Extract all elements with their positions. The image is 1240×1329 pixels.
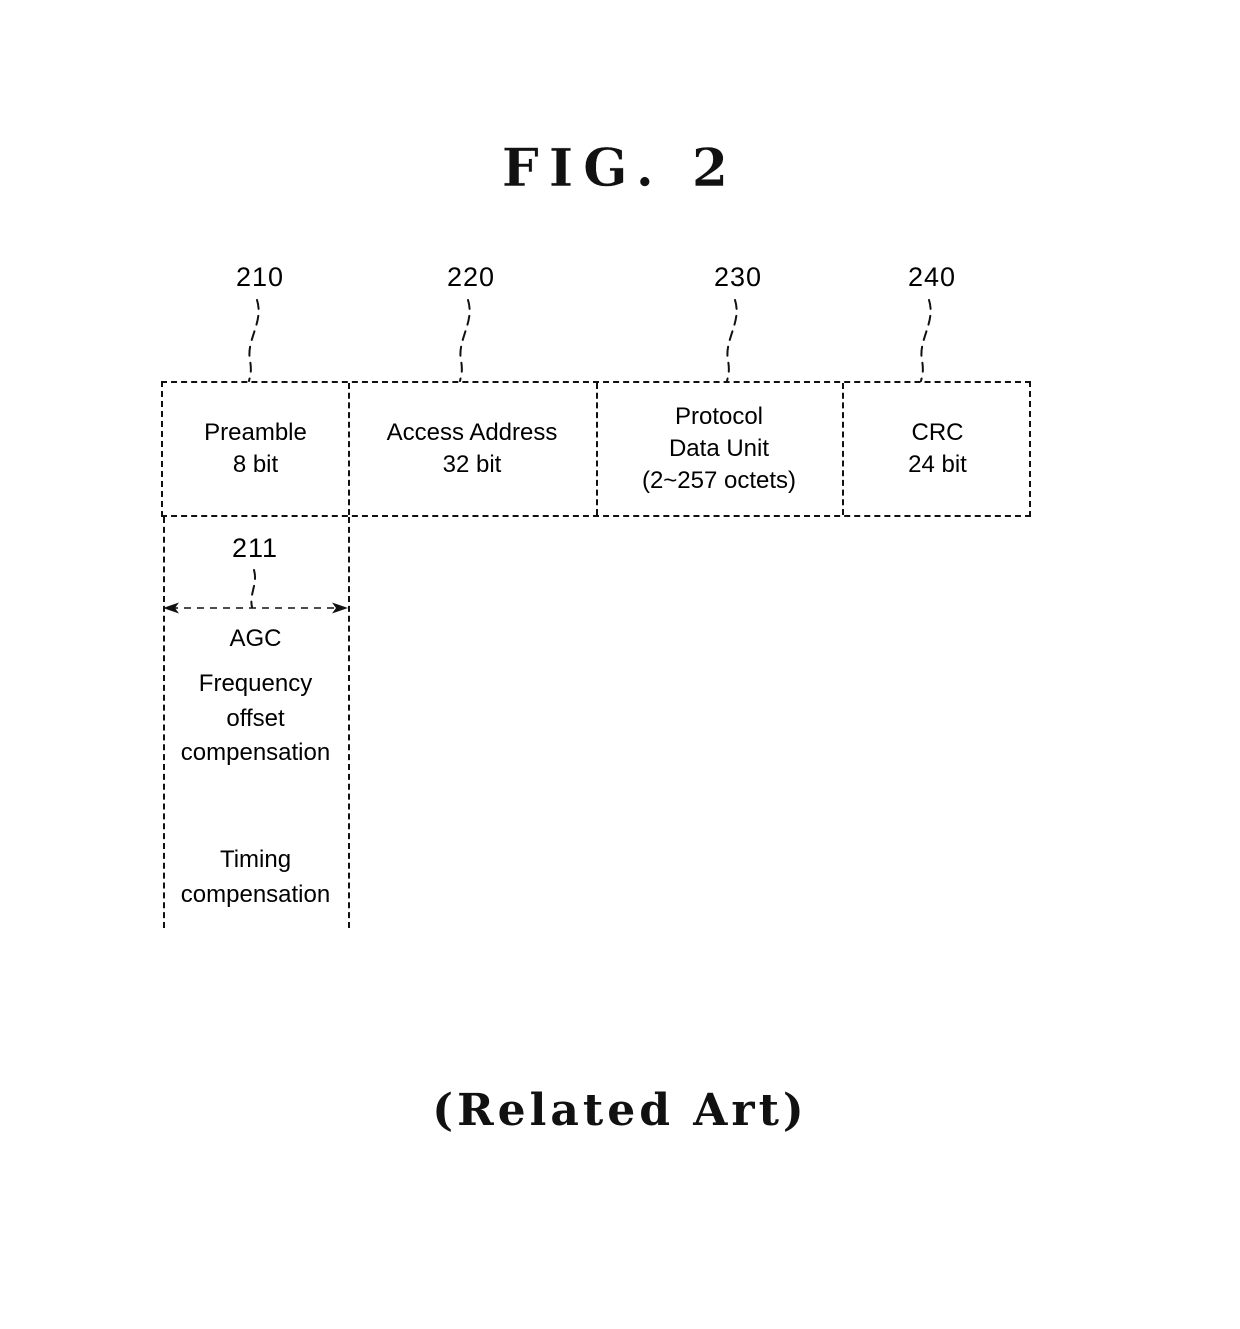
leader-line-220 [459,299,471,382]
preamble-detail-right-guide [348,517,350,928]
preamble-detail-timing-line1: Timing [219,846,292,873]
packet-field-access-address-line1: Access Address [386,419,558,447]
preamble-detail-agc-frequency-block: AGC Frequency offset compensation [163,622,348,771]
reference-numeral-211: 211 [231,533,279,563]
preamble-detail-timing-line2: compensation [180,880,331,908]
packet-field-preamble-line1: Preamble [204,419,307,447]
packet-field-access-address-line2: 32 bit [442,451,502,478]
packet-field-crc-line2: 24 bit [908,451,967,478]
packet-field-crc-line1: CRC [911,419,964,447]
preamble-detail-frequency-line3: compensation [180,739,331,767]
packet-field-crc: CRC 24 bit [842,383,1033,515]
packet-field-pdu-line1: Protocol [674,403,764,431]
packet-field-preamble-line2: 8 bit [232,451,279,478]
figure-title: FIG. 2 [501,138,739,199]
leader-line-210 [248,299,260,382]
figure-caption-related-art: (Related Art) [432,1085,808,1136]
packet-field-preamble: Preamble 8 bit [163,383,348,515]
packet-field-pdu-line3: (2~257 octets) [641,466,797,494]
reference-numeral-230: 230 [713,262,763,292]
packet-field-pdu-line2: Data Unit [668,435,770,463]
reference-numeral-240: 240 [907,262,957,292]
leader-line-240 [920,299,932,382]
reference-numeral-220: 220 [446,262,496,292]
leader-line-230 [726,299,738,382]
reference-numeral-210: 210 [235,262,285,292]
preamble-detail-timing-block: Timing compensation [163,843,348,913]
preamble-detail-frequency-line1: Frequency [198,669,313,697]
packet-field-protocol-data-unit: Protocol Data Unit (2~257 octets) [596,383,842,515]
preamble-detail-frequency-line2: offset [226,704,285,732]
preamble-width-dimension-arrow [163,602,348,614]
packet-field-access-address: Access Address 32 bit [348,383,596,515]
arrowhead-right-icon [332,602,348,614]
preamble-detail-agc-label: AGC [229,625,282,652]
packet-structure-box: Preamble 8 bit Access Address 32 bit Pro… [161,381,1031,517]
